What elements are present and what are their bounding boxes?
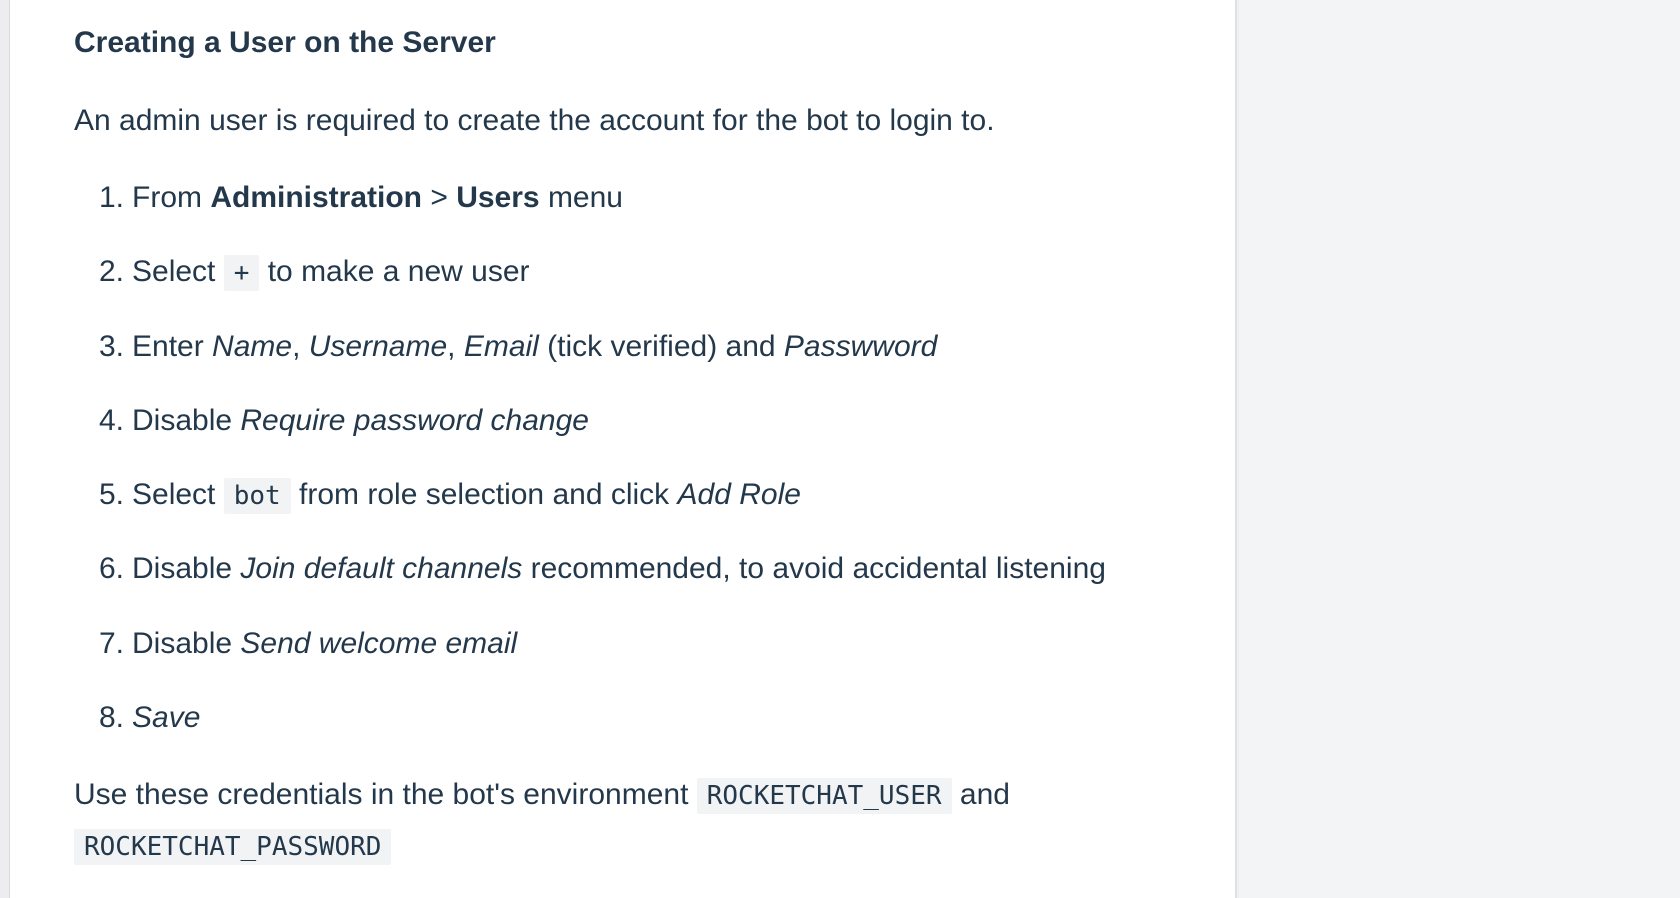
intro-paragraph: An admin user is required to create the … xyxy=(74,104,995,137)
step-italic: Require password change xyxy=(240,403,589,437)
step-italic-email: Email xyxy=(463,329,539,363)
step-italic: Save xyxy=(132,701,201,735)
step-text: Select xyxy=(132,255,224,289)
step-number: 2. xyxy=(98,255,124,289)
code-plus: + xyxy=(223,255,260,292)
section-title: Creating a User on the Server xyxy=(74,26,496,59)
step-item-2: 2. Select + to make a new user xyxy=(74,252,1106,326)
step-text: , xyxy=(447,329,464,363)
page: Creating a User on the Server An admin u… xyxy=(0,0,1680,898)
step-item-5: 5. Select bot from role selection and cli… xyxy=(74,475,1106,549)
step-text: from role selection and click xyxy=(290,478,678,512)
outro-text: and xyxy=(951,778,1010,811)
step-number: 4. xyxy=(98,403,124,437)
step-italic-name: Name xyxy=(212,329,293,363)
step-italic-password: Passwword xyxy=(783,329,938,363)
step-number: 5. xyxy=(98,478,124,512)
step-item-4: 4. Disable Require password change xyxy=(74,401,1106,475)
step-text: Enter xyxy=(132,329,213,363)
right-sidebar xyxy=(1239,0,1680,898)
step-number: 8. xyxy=(98,701,124,735)
step-text: menu xyxy=(539,181,623,214)
step-text: (tick verified) and xyxy=(538,329,784,363)
step-number: 3. xyxy=(98,329,124,363)
step-text: Disable xyxy=(132,626,241,660)
step-text: From xyxy=(132,181,211,214)
code-rocketchat-user: ROCKETCHAT_USER xyxy=(696,778,952,814)
steps-list: 1. From Administration > Users menu 2. Sel… xyxy=(74,178,1106,772)
left-gutter xyxy=(0,0,10,898)
step-item-1: 1. From Administration > Users menu xyxy=(74,178,1106,252)
step-text: Disable xyxy=(132,552,241,586)
step-number: 1. xyxy=(98,181,124,214)
step-italic: Join default channels xyxy=(240,552,523,586)
main-content: Creating a User on the Server An admin u… xyxy=(10,0,1237,898)
step-bold-users: Users xyxy=(456,181,540,214)
step-text: Disable xyxy=(132,403,241,437)
step-italic-username: Username xyxy=(308,329,448,363)
step-item-6: 6. Disable Join default channels recommen… xyxy=(74,549,1106,623)
step-text: Select xyxy=(132,478,224,512)
step-item-7: 7. Disable Send welcome email xyxy=(74,624,1106,698)
step-italic: Send welcome email xyxy=(240,626,518,660)
outro-text: Use these credentials in the bot's envir… xyxy=(74,778,697,811)
step-italic: Add Role xyxy=(677,478,801,512)
step-number: 7. xyxy=(98,626,124,660)
step-item-8: 8. Save xyxy=(74,698,1106,772)
code-rocketchat-password: ROCKETCHAT_PASSWORD xyxy=(74,829,392,865)
step-bold-administration: Administration xyxy=(210,181,422,214)
code-bot: bot xyxy=(223,478,291,515)
step-number: 6. xyxy=(98,552,124,586)
outro-paragraph: Use these credentials in the bot's envir… xyxy=(74,770,1194,872)
step-text: to make a new user xyxy=(259,255,530,289)
step-text: > xyxy=(422,181,457,214)
step-text: recommended, to avoid accidental listeni… xyxy=(522,552,1106,586)
step-item-3: 3. Enter Name, Username, Email (tick veri… xyxy=(74,327,1106,401)
step-text: , xyxy=(292,329,309,363)
